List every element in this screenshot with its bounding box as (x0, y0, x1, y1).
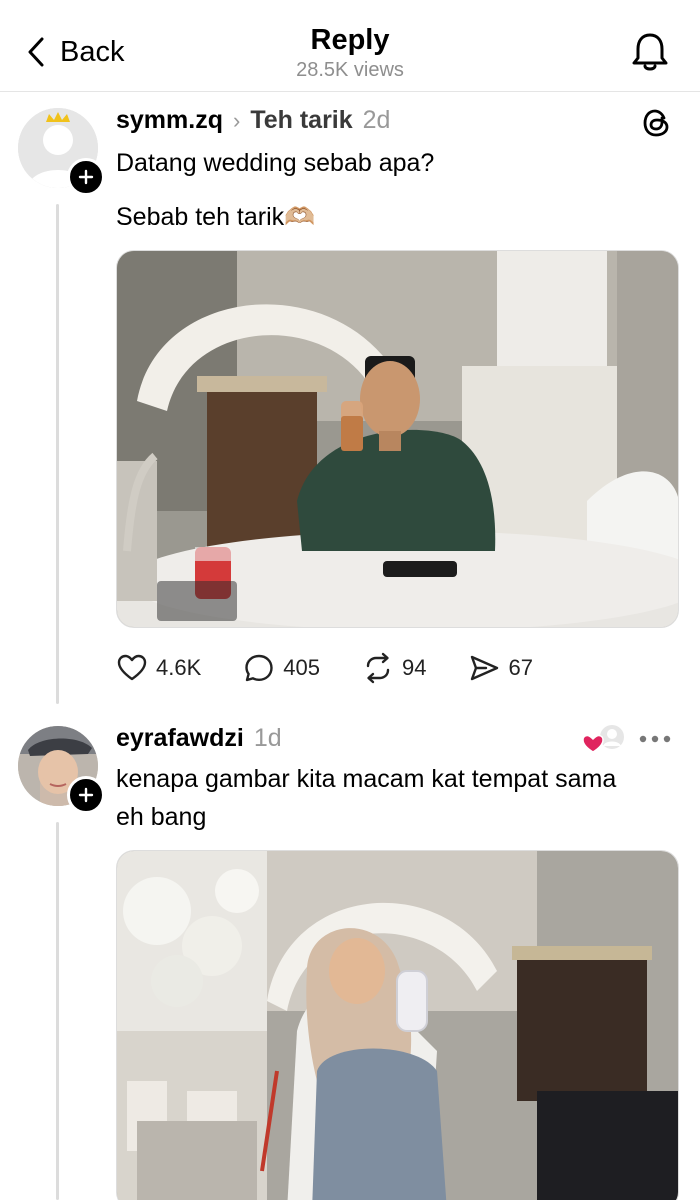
post-header: symm.zq › Teh tarik 2d (116, 106, 390, 135)
bell-icon (632, 33, 668, 71)
thread-post: eyrafawdzi 1d kenapa gambar kita macam k… (0, 722, 700, 1200)
plus-icon (78, 169, 94, 185)
plus-icon (78, 787, 94, 803)
thread-connector (56, 822, 59, 1200)
send-icon (471, 655, 499, 681)
comment-icon (245, 654, 273, 682)
post-header: eyrafawdzi 1d (116, 724, 282, 753)
follow-button[interactable] (67, 158, 105, 196)
share-button[interactable]: 67 (468, 652, 533, 684)
post-text-line: Datang wedding sebab apa? (116, 149, 435, 177)
more-horizontal-icon[interactable] (638, 734, 672, 744)
timestamp: 2d (362, 106, 391, 134)
post-text-line: kenapa gambar kita macam kat tempat sama (116, 765, 617, 793)
post-text-line: eh bang (116, 803, 207, 831)
repost-button[interactable]: 94 (362, 652, 426, 684)
reply-count: 405 (283, 655, 320, 680)
post-text-line: Sebab teh tarik🫶🏼 (116, 203, 316, 231)
repost-icon (366, 652, 390, 684)
post-photo[interactable] (116, 250, 679, 628)
title-block: Reply 28.5K views (0, 22, 700, 82)
username[interactable]: eyrafawdzi (116, 724, 244, 753)
timestamp: 1d (253, 724, 282, 752)
like-count: 4.6K (156, 655, 202, 680)
thread-post: symm.zq › Teh tarik 2d Datang wedding se… (0, 104, 700, 704)
liked-by-avatar-icon (582, 723, 626, 753)
threads-logo-icon[interactable] (640, 106, 674, 140)
like-button[interactable]: 4.6K (116, 652, 201, 684)
post-actions: 4.6K 405 94 67 (116, 652, 533, 684)
username[interactable]: symm.zq (116, 106, 223, 135)
notifications-button[interactable] (630, 30, 670, 74)
topic-tag[interactable]: Teh tarik (250, 106, 352, 135)
wedding-teh-tarik-photo (117, 251, 678, 627)
liked-by-author-indicator (582, 722, 628, 756)
heart-icon (117, 654, 147, 681)
post-photo[interactable] (116, 850, 679, 1200)
view-count: 28.5K views (296, 59, 404, 81)
chevron-right-icon: › (232, 108, 241, 133)
share-count: 67 (508, 655, 533, 680)
thread-connector (56, 204, 59, 704)
top-bar: Back Reply 28.5K views (0, 0, 700, 92)
wedding-guest-photo (117, 851, 678, 1200)
reply-button[interactable]: 405 (243, 652, 320, 684)
page-title: Reply (310, 24, 390, 56)
follow-button[interactable] (67, 776, 105, 814)
repost-count: 94 (401, 655, 427, 680)
